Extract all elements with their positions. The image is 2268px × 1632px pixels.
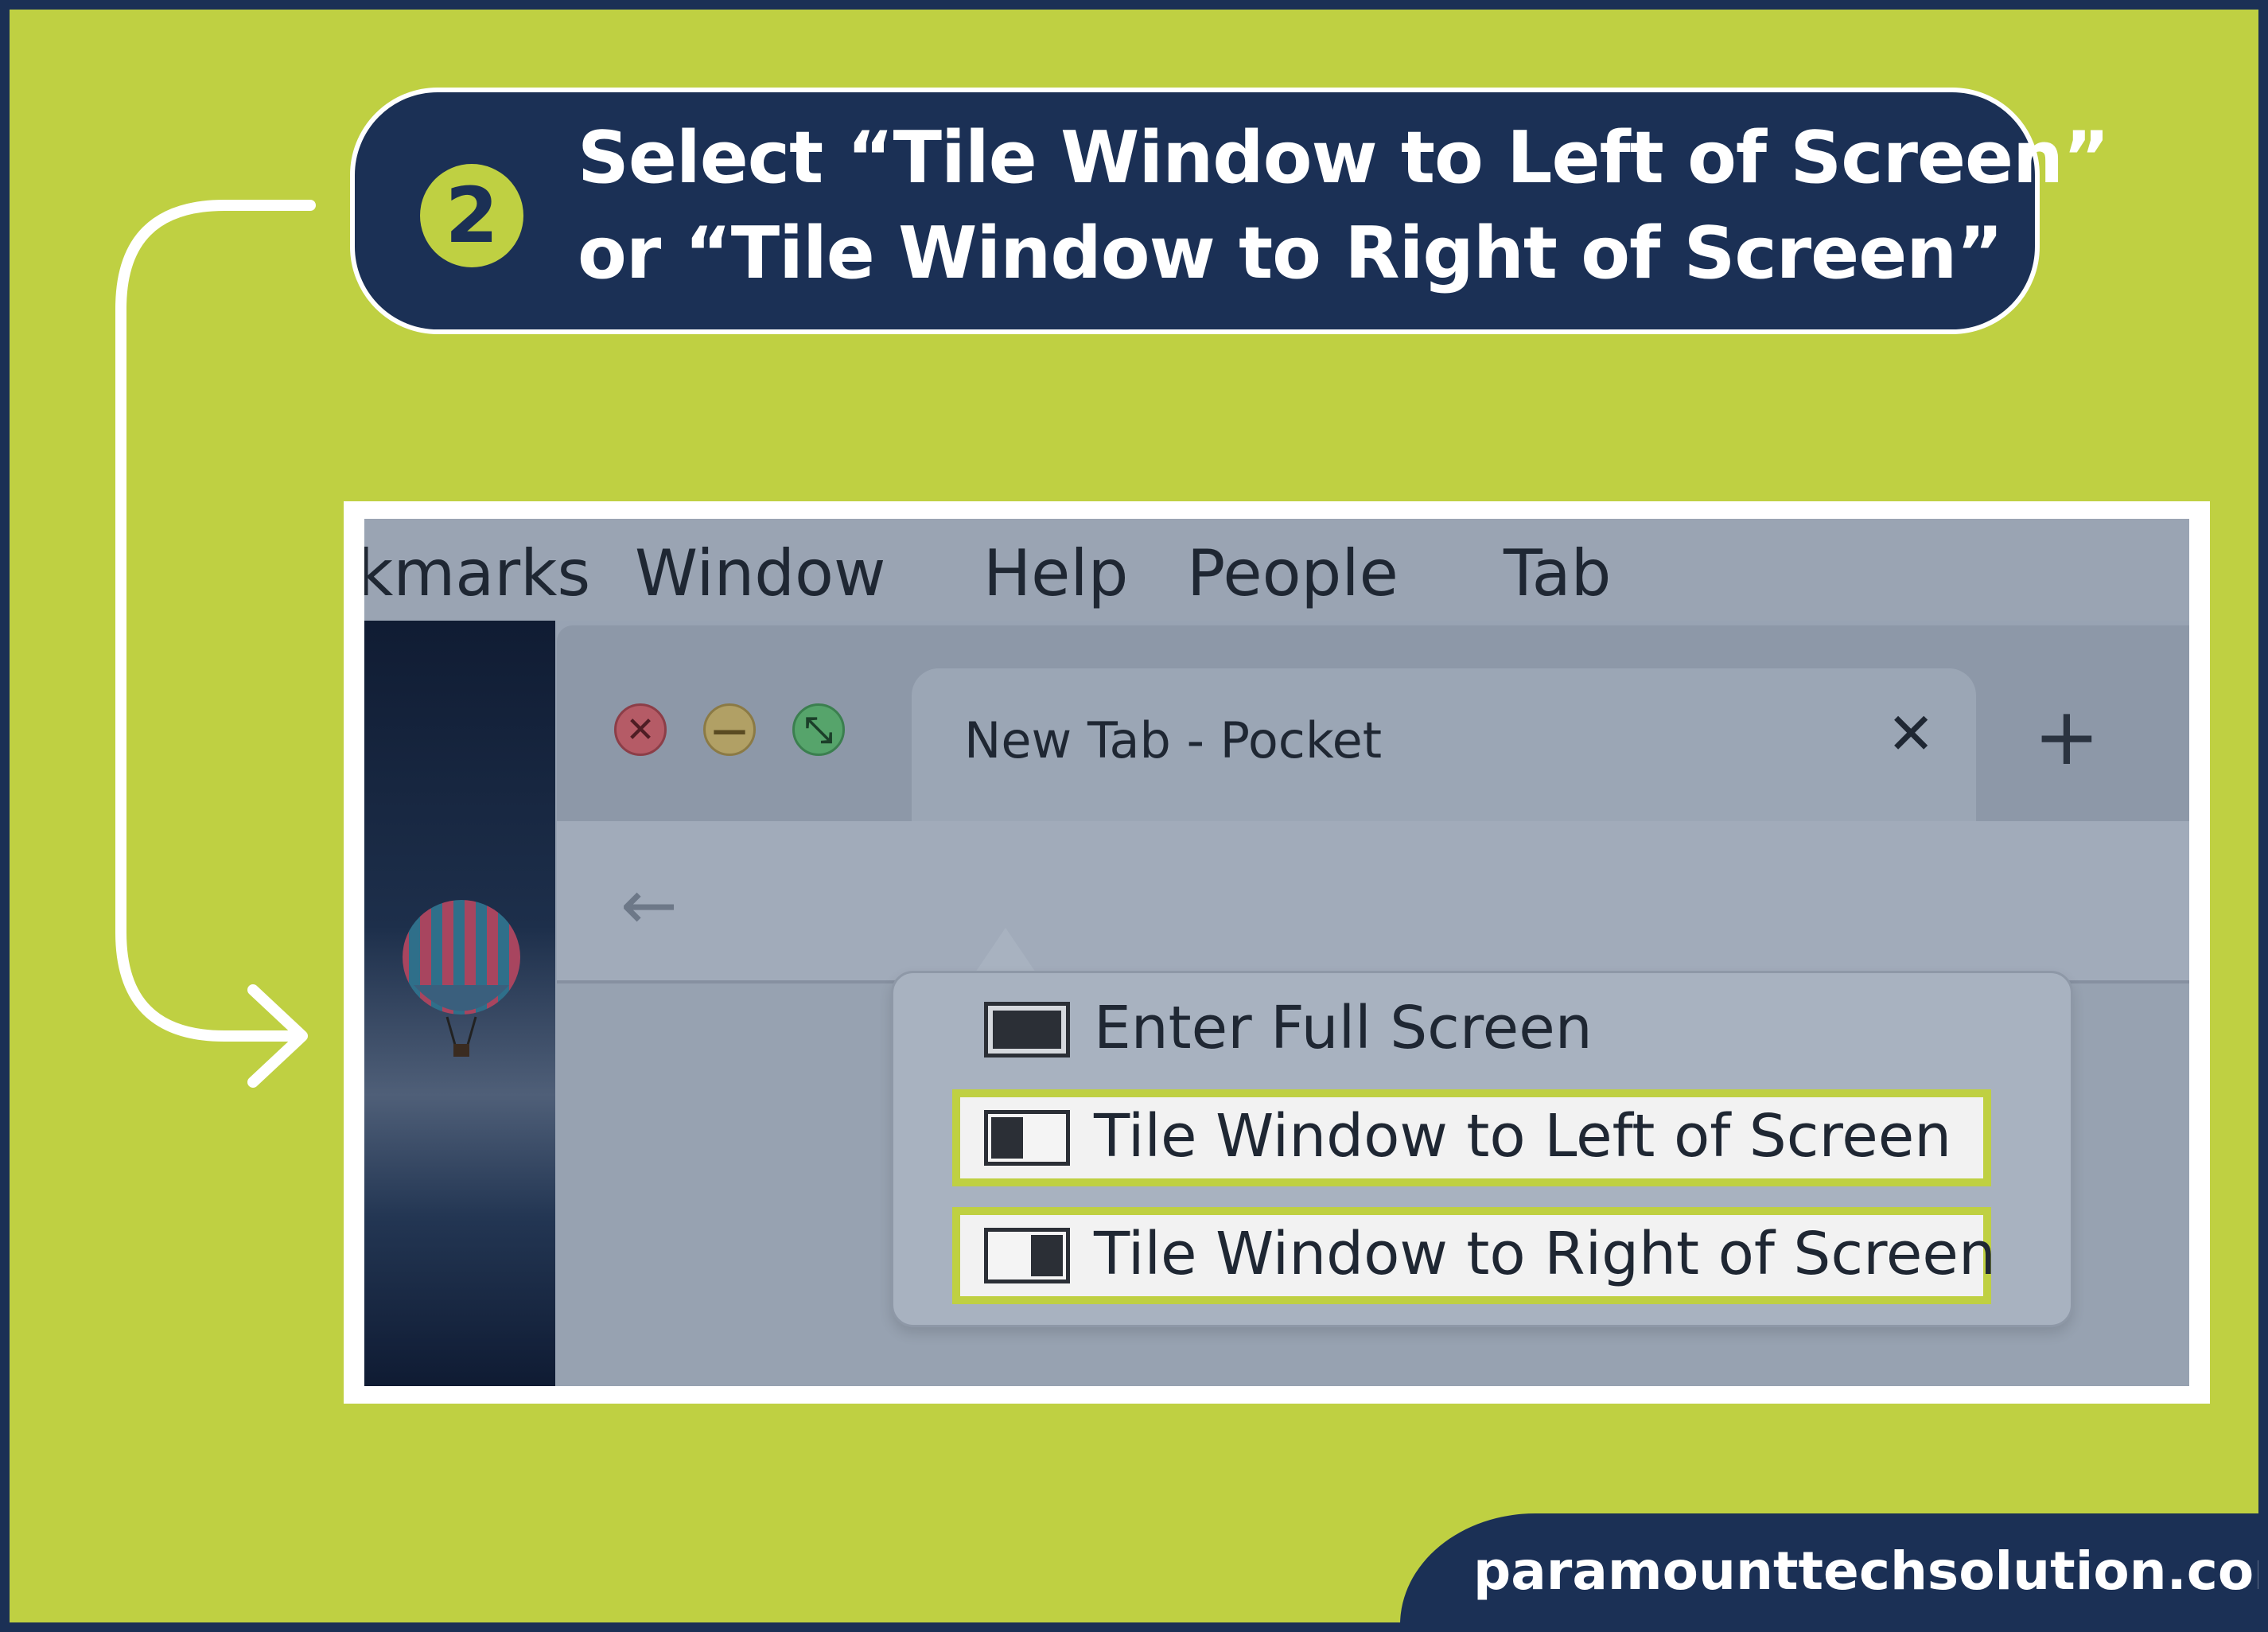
window-close-button[interactable]: ✕ [614,703,667,756]
menu-item-label: Tile Window to Right of Screen [1094,1220,1996,1288]
tab-strip: ✕ — ⤡ New Tab - Pocket ✕ + [557,625,2189,821]
mac-menu-bar: kmarks Window Help People Tab [364,519,2189,621]
tutorial-canvas: 2 Select “Tile Window to Left of Screen”… [10,10,2258,1622]
tile-right-icon [984,1228,1070,1283]
popover-pointer [975,928,1036,972]
desktop-wallpaper [364,621,555,1386]
menu-item-tile-right[interactable]: Tile Window to Right of Screen [952,1207,1996,1304]
navigation-bar: ← [557,821,2189,983]
mac-screenshot: kmarks Window Help People Tab ✕ — ⤡ New … [364,519,2189,1386]
menu-item-label: Enter Full Screen [1094,994,1593,1062]
fullscreen-icon [984,1002,1070,1057]
tab-title: New Tab - Pocket [964,711,1383,769]
menu-people[interactable]: People [1187,536,1399,610]
menu-item-label: Tile Window to Left of Screen [1094,1102,1952,1170]
window-zoom-button[interactable]: ⤡ [792,703,845,756]
screenshot-frame: kmarks Window Help People Tab ✕ — ⤡ New … [344,501,2210,1404]
tile-left-icon [984,1110,1070,1166]
back-arrow-icon[interactable]: ← [620,866,678,945]
hot-air-balloon-image [403,900,520,1057]
menu-item-tile-left[interactable]: Tile Window to Left of Screen [952,1089,1991,1186]
new-tab-plus-icon[interactable]: + [2033,697,2100,777]
menu-window[interactable]: Window [635,536,885,610]
tab-close-icon[interactable]: ✕ [1887,700,1935,767]
tab-new-tab-pocket[interactable]: New Tab - Pocket ✕ [912,668,1976,821]
zoom-button-menu: Enter Full Screen Tile Window to Left of… [891,971,2073,1327]
menu-help[interactable]: Help [983,536,1128,610]
website-footer: paramounttechsolution.com [1400,1513,2258,1622]
window-minimize-button[interactable]: — [703,703,756,756]
menu-bookmarks[interactable]: kmarks [364,536,590,610]
browser-window: ✕ — ⤡ New Tab - Pocket ✕ + ← Enter Full … [557,625,2189,1386]
website-url: paramounttechsolution.com [1473,1540,2258,1602]
menu-tab[interactable]: Tab [1504,536,1611,610]
